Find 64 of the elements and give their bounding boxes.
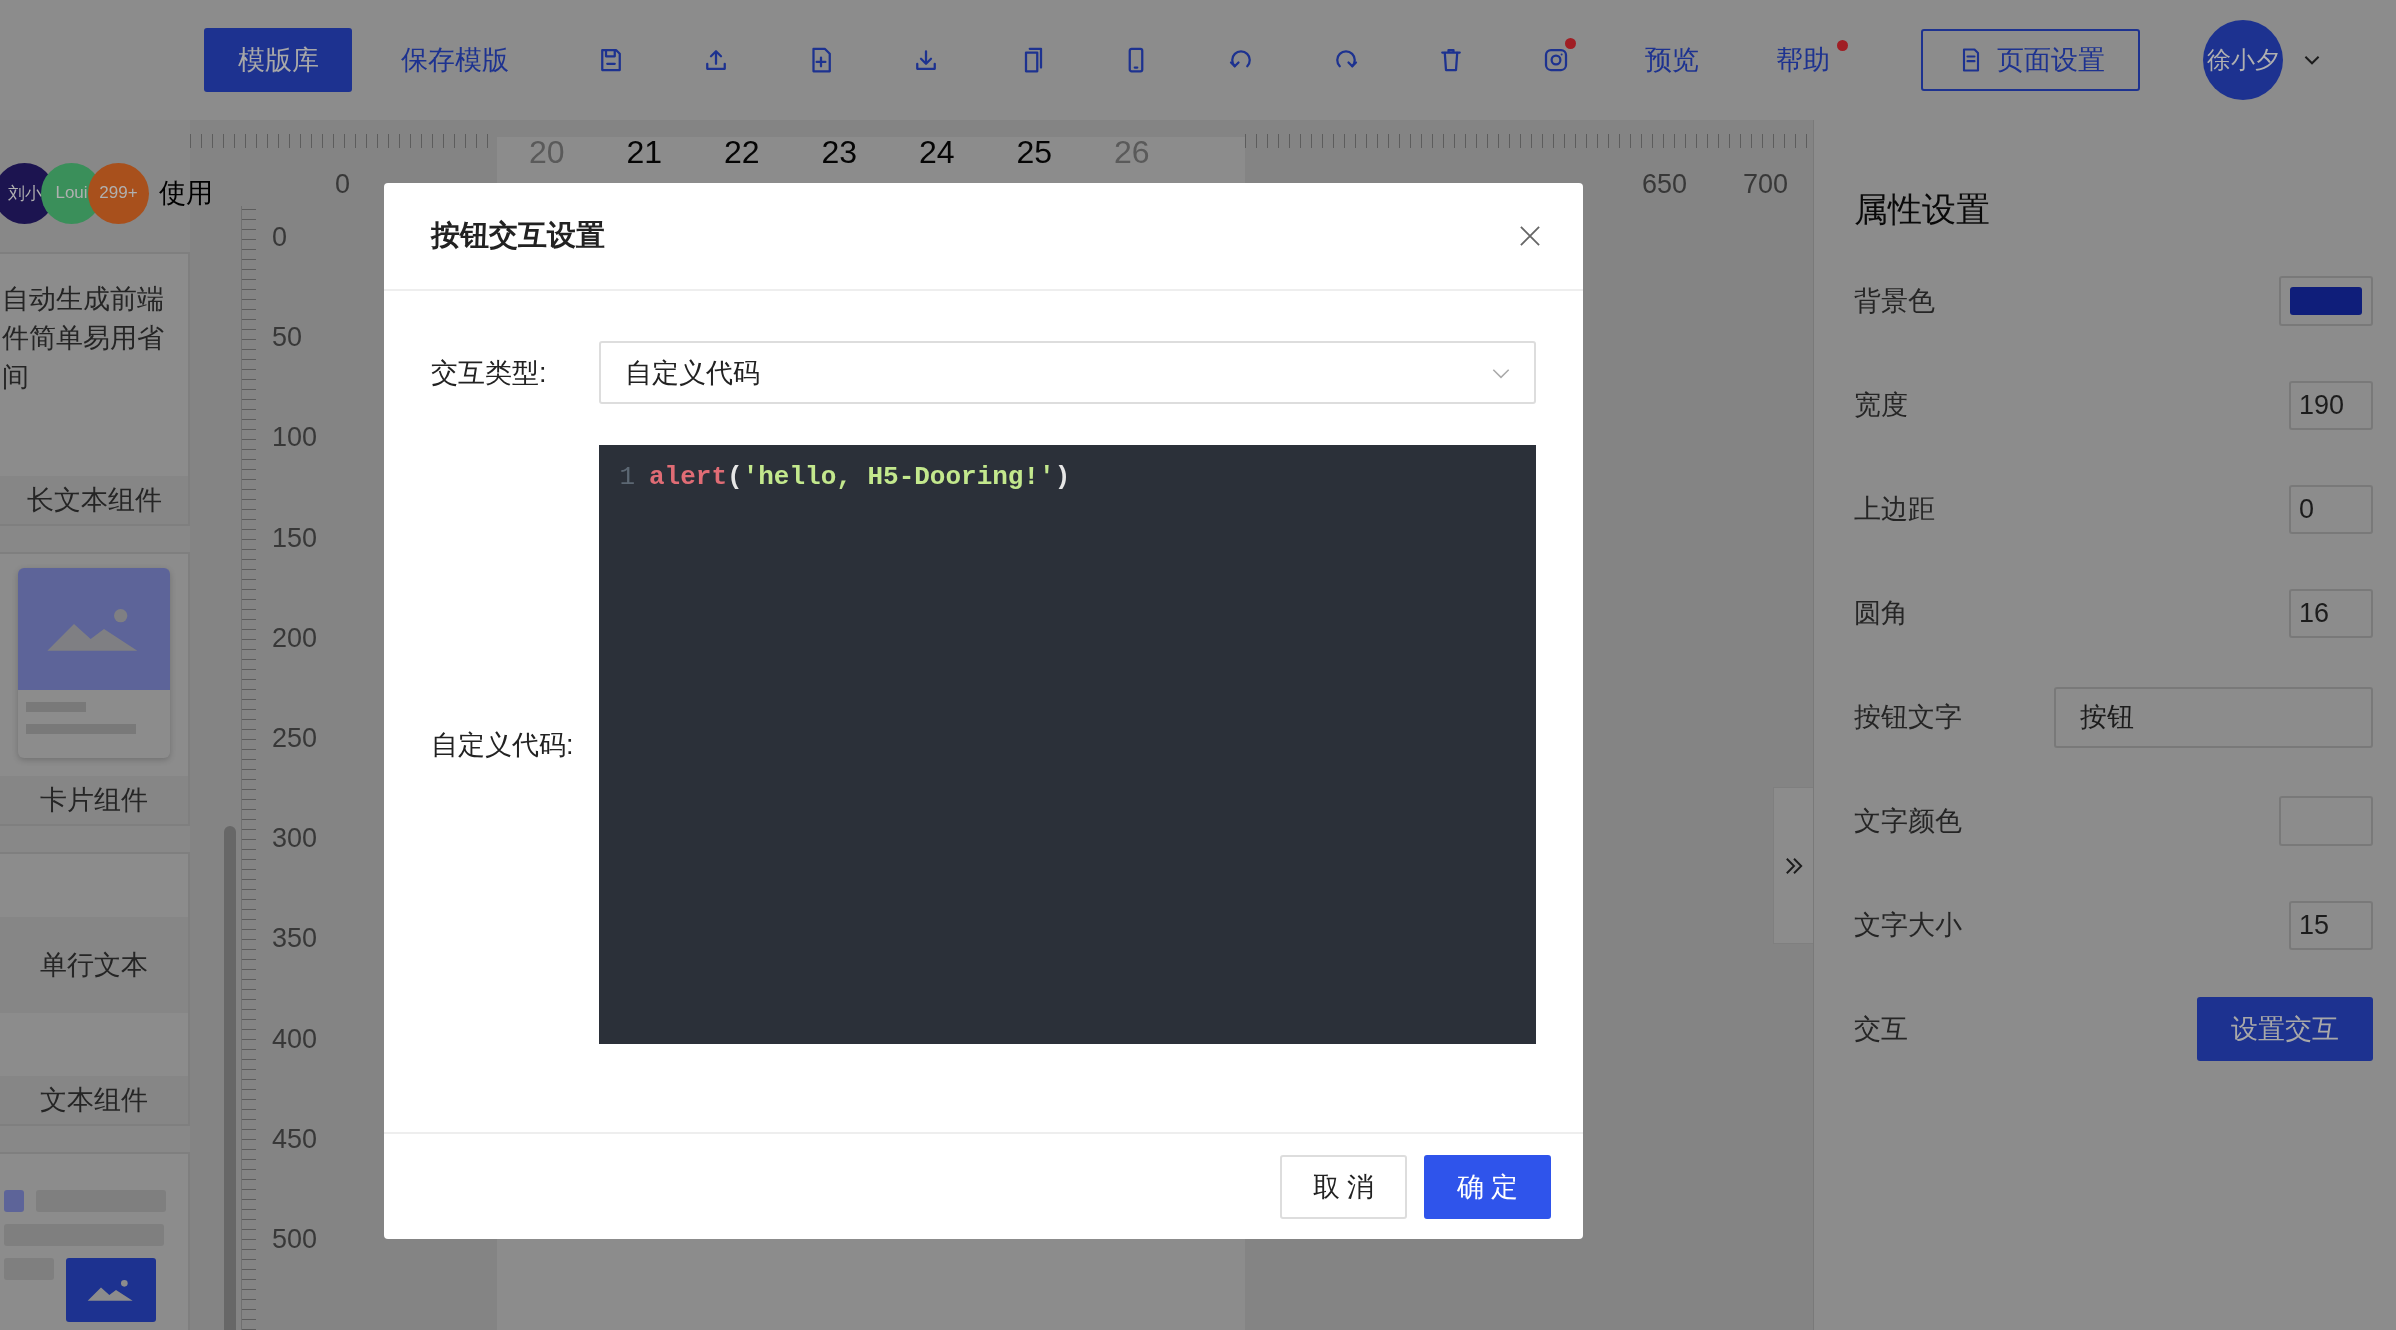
component-card[interactable]: 卡片组件 — [0, 552, 190, 826]
ruler-number: 100 — [272, 421, 318, 454]
component-card[interactable]: 单行文本 文本组件 — [0, 852, 190, 1126]
ruler-number: 250 — [272, 721, 318, 754]
ruler-number: 50 — [272, 321, 303, 354]
ruler-number: 650 — [1642, 169, 1688, 200]
scrollbar[interactable] — [224, 826, 236, 1330]
close-icon — [1517, 223, 1543, 249]
set-interaction-button[interactable]: 设置交互 — [2197, 997, 2373, 1061]
text-field[interactable]: 按钮 — [2054, 686, 2373, 748]
color-picker[interactable] — [2279, 276, 2373, 326]
number-field[interactable]: 16 — [2289, 588, 2373, 638]
confirm-button[interactable]: 确 定 — [1424, 1154, 1551, 1219]
field-label: 圆角 — [1854, 597, 1908, 630]
component-label: 卡片组件 — [0, 776, 188, 824]
component-label: 长文本组件 — [0, 476, 188, 524]
collaborator-avatar: 299+ — [88, 162, 149, 224]
collapse-handle[interactable] — [1773, 787, 1813, 944]
use-link[interactable]: 使用 — [159, 175, 213, 211]
picker-number[interactable]: 21 — [626, 133, 724, 171]
ruler-number: 0 — [272, 221, 288, 253]
picker-number[interactable]: 24 — [919, 133, 1017, 171]
template-library-button[interactable]: 模版库 — [204, 28, 352, 92]
component-label: 文本组件 — [0, 1076, 188, 1124]
ruler-number: 400 — [272, 1022, 318, 1055]
user-avatar[interactable]: 徐小夕 — [2203, 20, 2283, 100]
field-label: 上边距 — [1854, 493, 1935, 526]
page-settings-button[interactable]: 页面设置 — [1921, 29, 2140, 91]
field-label: 自定义代码: — [431, 728, 575, 762]
ruler-number: 700 — [1743, 169, 1789, 200]
cancel-button[interactable]: 取 消 — [1280, 1154, 1407, 1219]
field-label: 背景色 — [1854, 285, 1935, 318]
component-card[interactable] — [0, 1152, 190, 1330]
text-preview: 自动生成前端 件简单易用省 间 — [1, 283, 165, 394]
ruler-number: 0 — [335, 169, 351, 200]
field-label: 交互 — [1854, 1013, 1908, 1046]
field-label: 按钮文字 — [1854, 701, 1962, 734]
dialog-title: 按钮交互设置 — [431, 218, 605, 253]
number-field[interactable]: 190 — [2289, 380, 2373, 430]
code-editor[interactable]: 1 alert('hello, H5-Dooring!') — [599, 445, 1536, 1044]
picker-number[interactable]: 23 — [821, 133, 919, 171]
ruler-number: 450 — [272, 1122, 318, 1155]
interaction-type-select[interactable]: 自定义代码 — [599, 341, 1536, 404]
field-label: 文字大小 — [1854, 909, 1962, 942]
field-label: 文字颜色 — [1854, 805, 1962, 838]
toolbar-link[interactable]: 预览 — [1608, 28, 1736, 92]
ruler-number: 200 — [272, 621, 318, 654]
number-field[interactable]: 15 — [2289, 900, 2373, 950]
field-label: 交互类型: — [431, 356, 548, 390]
toolbar-link[interactable]: 帮助 — [1736, 28, 1870, 92]
text-preview: 单行文本 — [0, 917, 188, 1013]
picker-number[interactable]: 22 — [724, 133, 822, 171]
ruler-number: 350 — [272, 922, 318, 955]
picker-number[interactable]: 25 — [1016, 133, 1114, 171]
field-label: 宽度 — [1854, 389, 1908, 422]
ruler-number: 150 — [272, 521, 318, 554]
toolbar-link[interactable]: 保存模版 — [352, 28, 558, 92]
component-card[interactable]: 自动生成前端 件简单易用省 间 长文本组件 — [0, 252, 190, 526]
line-number: 1 — [618, 461, 635, 494]
panel-title: 属性设置 — [1854, 190, 1991, 229]
ruler-number: 300 — [272, 822, 318, 855]
number-field[interactable]: 0 — [2289, 484, 2373, 534]
ruler-number: 500 — [272, 1222, 318, 1255]
code-line: alert('hello, H5-Dooring!') — [649, 461, 1071, 494]
